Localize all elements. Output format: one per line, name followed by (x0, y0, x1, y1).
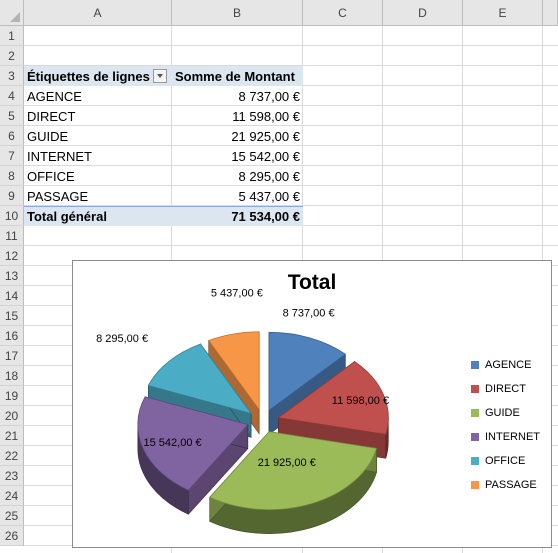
pivot-row-labels-text: Étiquettes de lignes (27, 68, 150, 84)
legend-item-internet[interactable]: INTERNET (471, 431, 540, 443)
pivot-row-value[interactable]: 21 925,00 € (172, 126, 303, 146)
pivot-row-value[interactable]: 5 437,00 € (172, 186, 303, 206)
pivot-row-label[interactable]: INTERNET (24, 146, 172, 166)
row-header-11[interactable]: 11 (0, 226, 24, 246)
column-header-f[interactable] (543, 0, 558, 26)
pie-plot-area[interactable]: 8 737,00 € 11 598,00 € 21 925,00 € 15 542,0… (73, 261, 433, 541)
row-header-22[interactable]: 22 (0, 446, 24, 466)
data-label-agence[interactable]: 8 737,00 € (283, 308, 335, 320)
row-header-19[interactable]: 19 (0, 386, 24, 406)
row-header-10[interactable]: 10 (0, 206, 24, 226)
column-header-a[interactable]: A (24, 0, 172, 26)
row-header-21[interactable]: 21 (0, 426, 24, 446)
legend-swatch (471, 361, 479, 369)
gridline (24, 245, 558, 246)
legend-item-guide[interactable]: GUIDE (471, 407, 520, 419)
pivot-value-header[interactable]: Somme de Montant (172, 66, 303, 86)
legend-swatch (471, 385, 479, 393)
pivot-row-label[interactable]: GUIDE (24, 126, 172, 146)
data-label-passage[interactable]: 5 437,00 € (211, 287, 263, 299)
select-all-corner[interactable] (0, 0, 24, 26)
legend-label: GUIDE (485, 407, 520, 419)
row-header-18[interactable]: 18 (0, 366, 24, 386)
row-header-20[interactable]: 20 (0, 406, 24, 426)
pivot-total-label[interactable]: Total général (24, 206, 172, 226)
legend-item-office[interactable]: OFFICE (471, 455, 525, 467)
row-header-16[interactable]: 16 (0, 326, 24, 346)
pie-chart[interactable]: Total 8 737,00 €11 598,00 €21 925,00 €15… (72, 260, 552, 548)
row-header-12[interactable]: 12 (0, 246, 24, 266)
column-header-d[interactable]: D (383, 0, 463, 26)
row-header-5[interactable]: 5 (0, 106, 24, 126)
legend-item-passage[interactable]: PASSAGE (471, 479, 537, 491)
legend-label: OFFICE (485, 455, 526, 467)
gridline (24, 45, 558, 46)
column-header-e[interactable]: E (463, 0, 543, 26)
data-label-office[interactable]: 8 295,00 € (96, 333, 148, 345)
pivot-row-labels-header[interactable]: Étiquettes de lignes (24, 66, 172, 86)
row-header-6[interactable]: 6 (0, 126, 24, 146)
row-header-2[interactable]: 2 (0, 46, 24, 66)
legend-item-direct[interactable]: DIRECT (471, 383, 526, 395)
column-header-c[interactable]: C (303, 0, 383, 26)
legend-label: INTERNET (485, 431, 540, 443)
row-header-7[interactable]: 7 (0, 146, 24, 166)
filter-dropdown-icon[interactable] (152, 69, 167, 83)
legend-label: PASSAGE (485, 479, 537, 491)
legend-swatch (471, 457, 479, 465)
pivot-row-label[interactable]: PASSAGE (24, 186, 172, 206)
pivot-total-value[interactable]: 71 534,00 € (172, 206, 303, 226)
row-header-9[interactable]: 9 (0, 186, 24, 206)
data-label-internet[interactable]: 15 542,00 € (144, 437, 202, 449)
column-header-b[interactable]: B (172, 0, 303, 26)
legend-swatch (471, 409, 479, 417)
row-header-25[interactable]: 25 (0, 506, 24, 526)
data-label-guide[interactable]: 21 925,00 € (258, 457, 316, 469)
pivot-row-label[interactable]: DIRECT (24, 106, 172, 126)
pivot-row-value[interactable]: 8 737,00 € (172, 86, 303, 106)
legend-item-agence[interactable]: AGENCE (471, 359, 531, 371)
pivot-row-label[interactable]: OFFICE (24, 166, 172, 186)
spreadsheet: A B C D E 1 2 3 4 5 6 7 8 9 10 11 12 13 14 15 16 17 18 19 2… (0, 0, 558, 553)
legend-swatch (471, 481, 479, 489)
pivot-row-label[interactable]: AGENCE (24, 86, 172, 106)
row-header-8[interactable]: 8 (0, 166, 24, 186)
row-header-15[interactable]: 15 (0, 306, 24, 326)
row-header-26[interactable]: 26 (0, 526, 24, 546)
legend-label: AGENCE (485, 359, 532, 371)
legend-label: DIRECT (485, 383, 526, 395)
pivot-row-value[interactable]: 11 598,00 € (172, 106, 303, 126)
row-header-14[interactable]: 14 (0, 286, 24, 306)
row-header-1[interactable]: 1 (0, 26, 24, 46)
row-header-17[interactable]: 17 (0, 346, 24, 366)
data-label-direct[interactable]: 11 598,00 € (332, 395, 389, 407)
legend-swatch (471, 433, 479, 441)
row-header-23[interactable]: 23 (0, 466, 24, 486)
row-header-3[interactable]: 3 (0, 66, 24, 86)
pivot-row-value[interactable]: 8 295,00 € (172, 166, 303, 186)
row-header-13[interactable]: 13 (0, 266, 24, 286)
row-header-4[interactable]: 4 (0, 86, 24, 106)
pivot-row-value[interactable]: 15 542,00 € (172, 146, 303, 166)
row-header-24[interactable]: 24 (0, 486, 24, 506)
